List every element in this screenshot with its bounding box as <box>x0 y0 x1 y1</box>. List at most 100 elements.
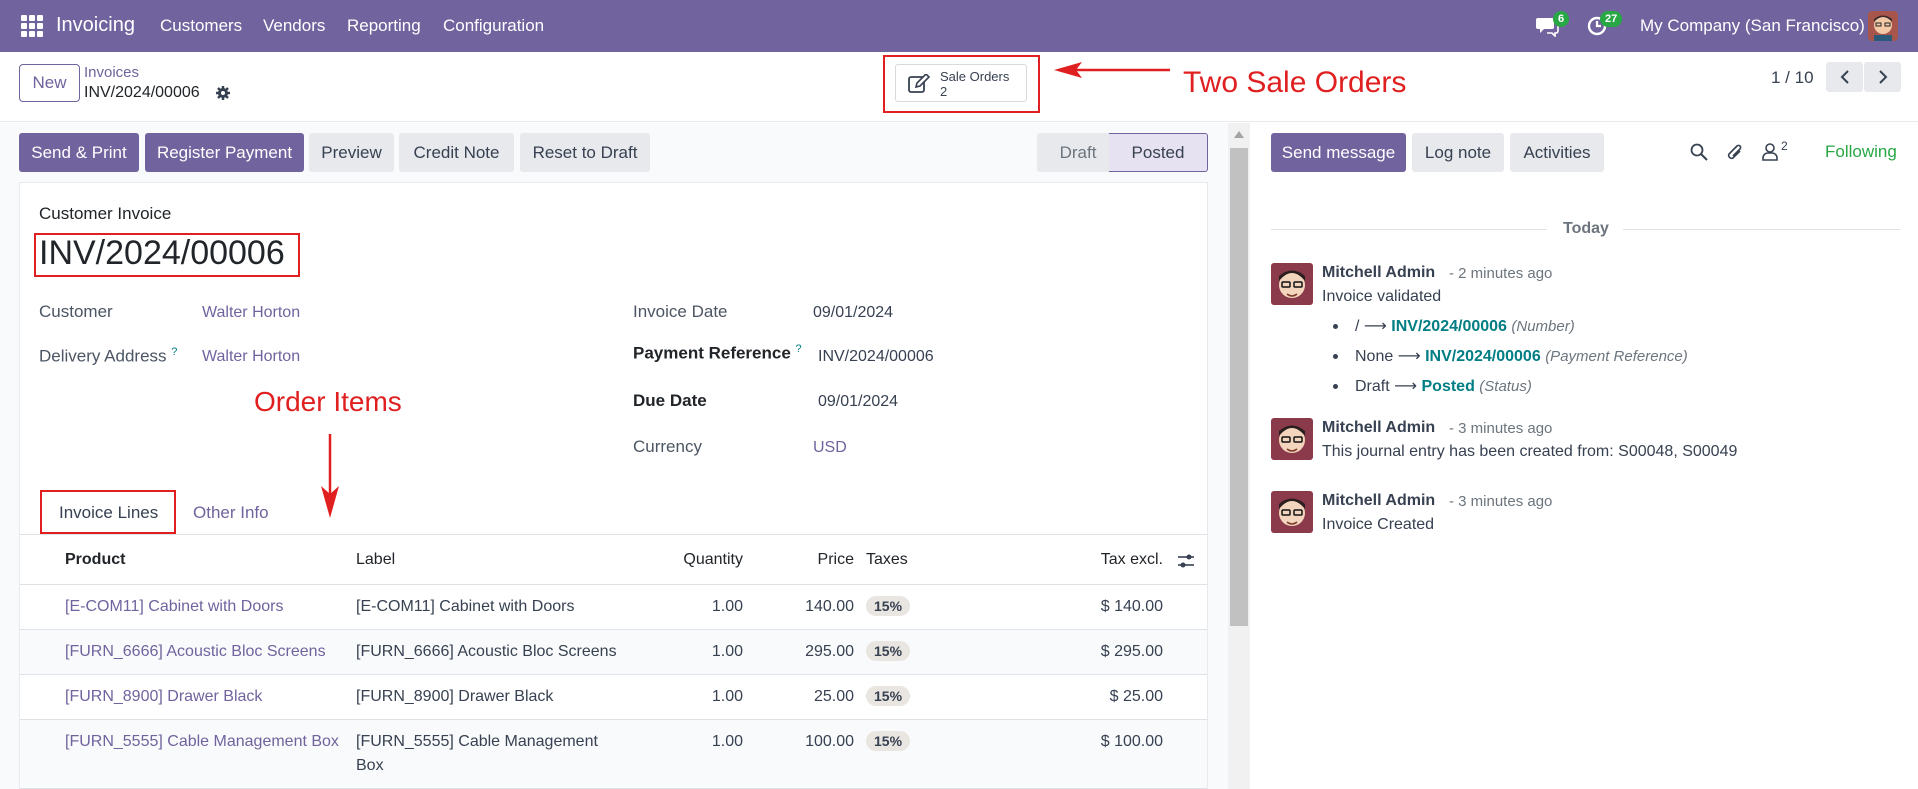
status-bar: Draft Posted <box>1037 133 1208 172</box>
reset-to-draft-button[interactable]: Reset to Draft <box>520 133 650 172</box>
column-header-price[interactable]: Price <box>760 551 854 569</box>
user-avatar[interactable] <box>1868 11 1898 41</box>
long-arrow-right-icon: ⟶ <box>1389 378 1422 395</box>
column-header-taxes[interactable]: Taxes <box>866 551 908 569</box>
gear-icon[interactable] <box>215 85 231 101</box>
payment-reference-field[interactable]: INV/2024/00006 <box>818 348 934 366</box>
line-label: [FURN_5555] Cable Management <box>356 733 598 750</box>
pager-previous-button[interactable] <box>1826 62 1863 92</box>
tab-invoice-lines[interactable]: Invoice Lines <box>59 503 158 523</box>
register-payment-button[interactable]: Register Payment <box>145 133 304 172</box>
status-posted[interactable]: Posted <box>1109 133 1208 172</box>
tab-other-info[interactable]: Other Info <box>193 503 269 523</box>
column-header-product[interactable]: Product <box>65 551 125 569</box>
tax-badge: 15% <box>866 731 911 751</box>
nav-customers[interactable]: Customers <box>160 16 242 36</box>
invoice-date-label: Invoice Date <box>633 302 728 321</box>
tracking-old-value: None <box>1355 348 1394 365</box>
currency-field[interactable]: USD <box>813 439 847 457</box>
line-label: [E-COM11] Cabinet with Doors <box>356 598 575 615</box>
date-divider-left <box>1271 229 1547 230</box>
new-button[interactable]: New <box>19 64 80 102</box>
due-date-label: Due Date <box>633 391 707 410</box>
apps-menu-icon[interactable] <box>21 15 43 37</box>
message-avatar[interactable] <box>1271 418 1313 460</box>
line-product: [FURN_5555] Cable Management Box <box>65 733 339 750</box>
preview-button[interactable]: Preview <box>309 133 394 172</box>
messages-badge: 6 <box>1553 11 1570 27</box>
scroll-up-arrow-icon[interactable] <box>1234 131 1244 138</box>
message-time: - 3 minutes ago <box>1449 493 1553 510</box>
message-avatar[interactable] <box>1271 491 1313 533</box>
due-date-field[interactable]: 09/01/2024 <box>818 393 898 411</box>
message-author[interactable]: Mitchell Admin <box>1322 419 1435 437</box>
log-note-button[interactable]: Log note <box>1412 133 1504 172</box>
line-subtotal: $ 140.00 <box>1100 598 1163 615</box>
breadcrumb-invoices[interactable]: Invoices <box>84 64 139 81</box>
tax-badge: 15% <box>866 596 911 616</box>
line-subtotal: $ 295.00 <box>1100 643 1163 660</box>
long-arrow-right-icon: ⟶ <box>1393 348 1426 365</box>
activities-button[interactable]: Activities <box>1510 133 1604 172</box>
tracking-field-name: (Status) <box>1479 378 1532 395</box>
line-price: 295.00 <box>805 643 854 660</box>
delivery-address-label: Delivery Address ? <box>39 346 178 366</box>
message-avatar[interactable] <box>1271 263 1313 305</box>
tracking-value: None ⟶ INV/2024/00006 (Payment Reference… <box>1355 346 1688 366</box>
nav-vendors[interactable]: Vendors <box>263 16 325 36</box>
optional-columns-sliders-icon[interactable] <box>1176 551 1196 571</box>
line-subtotal: $ 25.00 <box>1109 688 1163 705</box>
message-body: Invoice Created <box>1322 516 1435 533</box>
message-author[interactable]: Mitchell Admin <box>1322 264 1435 282</box>
tracking-value: Draft ⟶ Posted (Status) <box>1355 376 1532 396</box>
form-scrollbar-thumb[interactable] <box>1230 148 1248 626</box>
tracking-new-value: INV/2024/00006 <box>1391 318 1507 335</box>
column-header-label[interactable]: Label <box>356 551 395 569</box>
nav-reporting[interactable]: Reporting <box>347 16 421 36</box>
customer-label: Customer <box>39 302 113 321</box>
tracking-field-name: (Payment Reference) <box>1545 348 1688 365</box>
activities-badge: 27 <box>1600 11 1623 27</box>
line-price: 25.00 <box>813 688 854 705</box>
message-body: This journal entry has been created from… <box>1322 443 1738 460</box>
delivery-address-field[interactable]: Walter Horton <box>202 348 300 366</box>
credit-note-button[interactable]: Credit Note <box>399 133 514 172</box>
customer-field[interactable]: Walter Horton <box>202 304 300 322</box>
tax-badge: 15% <box>866 686 911 706</box>
column-header-quantity[interactable]: Quantity <box>640 551 743 569</box>
pager-next-button[interactable] <box>1864 62 1901 92</box>
date-divider-right <box>1623 229 1900 230</box>
following-button[interactable]: Following <box>1825 142 1897 162</box>
search-icon[interactable] <box>1690 143 1708 161</box>
column-header-tax-excl[interactable]: Tax excl. <box>1060 551 1163 569</box>
tracking-new-value: Posted <box>1421 378 1475 395</box>
tracking-field-name: (Number) <box>1511 318 1575 335</box>
help-mark: ? <box>795 343 802 355</box>
edit-icon <box>908 74 931 93</box>
invoice-type: Customer Invoice <box>39 204 172 223</box>
paperclip-icon[interactable] <box>1726 142 1744 162</box>
tracking-value: / ⟶ INV/2024/00006 (Number) <box>1355 316 1575 336</box>
status-draft[interactable]: Draft <box>1037 133 1119 172</box>
nav-configuration[interactable]: Configuration <box>443 16 544 36</box>
line-quantity: 1.00 <box>711 733 743 750</box>
line-label: [FURN_8900] Drawer Black <box>356 688 554 705</box>
annotation-arrow-left-icon <box>1054 62 1170 78</box>
invoice-date-field[interactable]: 09/01/2024 <box>813 304 893 322</box>
top-navbar: Invoicing Customers Vendors Reporting Co… <box>0 0 1918 52</box>
line-product: [E-COM11] Cabinet with Doors <box>65 598 284 615</box>
company-switcher[interactable]: My Company (San Francisco) <box>1640 16 1865 36</box>
message-author[interactable]: Mitchell Admin <box>1322 492 1435 510</box>
sale-orders-smart-button[interactable]: Sale Orders 2 <box>895 64 1027 102</box>
followers-user-icon[interactable] <box>1761 142 1779 162</box>
send-print-button[interactable]: Send & Print <box>19 133 139 172</box>
send-message-button[interactable]: Send message <box>1271 133 1406 172</box>
line-label: Box <box>356 757 384 774</box>
message-body: Invoice validated <box>1322 288 1442 305</box>
pager-value[interactable]: 1 / 10 <box>1771 68 1814 88</box>
tracking-old-value: Draft <box>1355 378 1390 395</box>
line-product: [FURN_6666] Acoustic Bloc Screens <box>65 643 326 660</box>
help-mark: ? <box>171 346 178 358</box>
line-quantity: 1.00 <box>711 643 743 660</box>
app-title[interactable]: Invoicing <box>56 14 135 37</box>
